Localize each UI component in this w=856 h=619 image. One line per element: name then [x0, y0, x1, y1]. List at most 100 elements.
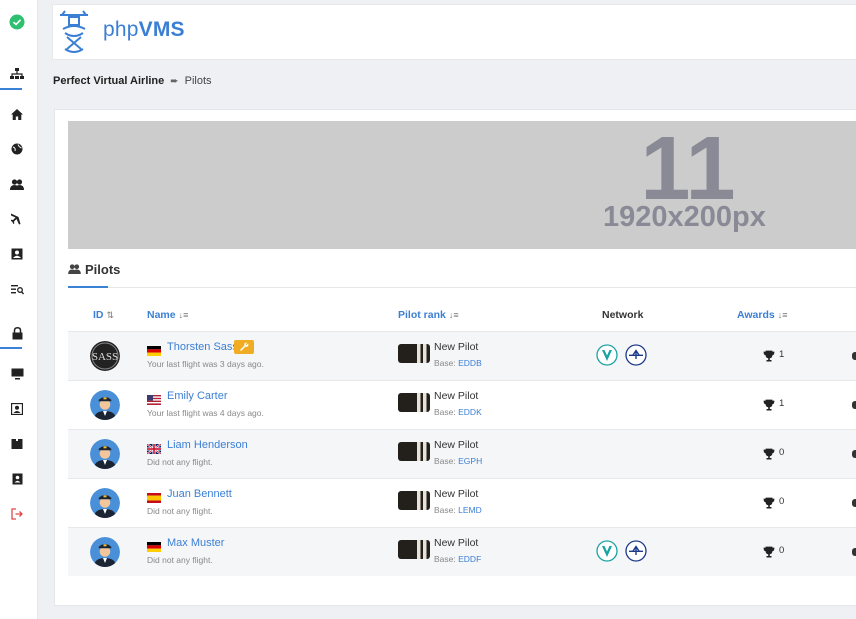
avatar[interactable]: [90, 439, 120, 469]
column-header-id[interactable]: ID ⇅: [93, 309, 114, 321]
trophy-icon: [763, 398, 775, 411]
vatsim-network-icon[interactable]: [625, 540, 647, 562]
ivao-network-icon[interactable]: [596, 540, 618, 562]
section-divider: [68, 287, 856, 288]
base-label: Base:: [434, 554, 456, 564]
pilot-name-link[interactable]: Liam Henderson: [167, 439, 248, 451]
base-label: Base:: [434, 505, 456, 515]
rank-name: New Pilot: [434, 341, 479, 353]
pilot-name-link[interactable]: Juan Bennett: [167, 488, 232, 500]
sitemap-icon[interactable]: [9, 66, 25, 82]
users-icon[interactable]: [9, 176, 25, 192]
base-info: Base: LEMD: [434, 505, 482, 515]
last-flight-text: Did not any flight.: [147, 457, 213, 467]
rank-name: New Pilot: [434, 488, 479, 500]
last-flight-text: Did not any flight.: [147, 506, 213, 516]
row-action-edge[interactable]: [852, 352, 856, 360]
plane-icon[interactable]: [9, 211, 25, 227]
base-airport-link[interactable]: EDDK: [458, 407, 482, 417]
base-info: Base: EGPH: [434, 456, 482, 466]
sidebar: [0, 0, 38, 619]
rank-name: New Pilot: [434, 537, 479, 549]
column-header-network: Network: [602, 309, 643, 321]
home-icon[interactable]: [9, 106, 25, 122]
logout-icon[interactable]: [9, 506, 25, 522]
banner-size-text: 1920x200px: [603, 201, 766, 233]
breadcrumb-home-link[interactable]: Perfect Virtual Airline: [53, 75, 164, 87]
pilot-name-link[interactable]: Thorsten Sass: [167, 341, 238, 353]
column-header-pilot-rank[interactable]: Pilot rank ↓≡: [398, 309, 459, 321]
column-header-awards[interactable]: Awards ↓≡: [737, 309, 788, 321]
pilot-name-link[interactable]: Emily Carter: [167, 390, 228, 402]
staff-wrench-badge-icon: [234, 340, 254, 354]
base-airport-link[interactable]: EDDF: [458, 554, 481, 564]
brand-name[interactable]: phpVMS: [103, 18, 185, 42]
phpvms-logo-icon[interactable]: [57, 9, 91, 53]
sort-icon: ↓≡: [178, 310, 189, 320]
table-row: Liam Henderson Did not any flight. New Pil…: [68, 429, 856, 478]
avatar[interactable]: [90, 488, 120, 518]
image-icon[interactable]: [9, 246, 25, 262]
section-divider-accent: [68, 286, 108, 288]
contact-card-icon[interactable]: [9, 471, 25, 487]
row-action-edge[interactable]: [852, 450, 856, 458]
profile-icon[interactable]: [9, 401, 25, 417]
flag-de-icon: [147, 539, 161, 552]
rank-name: New Pilot: [434, 390, 479, 402]
base-airport-link[interactable]: LEMD: [458, 505, 482, 515]
base-label: Base:: [434, 456, 456, 466]
sort-both-icon: ⇅: [106, 309, 115, 320]
awards-count: 1: [779, 398, 785, 409]
vatsim-network-icon[interactable]: [625, 344, 647, 366]
ivao-network-icon[interactable]: [596, 344, 618, 366]
sort-icon: ↓≡: [777, 310, 788, 320]
table-row: SASS Thorsten Sass Your last flight was 3 …: [68, 331, 856, 380]
flag-gb-icon: [146, 441, 162, 455]
row-action-edge[interactable]: [852, 401, 856, 409]
breadcrumb-current: Pilots: [184, 75, 212, 87]
rank-insignia-icon: [398, 393, 430, 412]
rank-insignia-icon: [398, 442, 430, 461]
base-info: Base: EDDK: [434, 407, 482, 417]
users-icon: [68, 262, 81, 277]
arrow-right-icon: ➨: [170, 75, 179, 87]
check-circle-icon[interactable]: [9, 14, 25, 30]
monitor-icon[interactable]: [9, 366, 25, 382]
globe-icon[interactable]: [9, 141, 25, 157]
rank-name: New Pilot: [434, 439, 479, 451]
base-airport-link[interactable]: EGPH: [458, 456, 482, 466]
brand-name-bold: VMS: [138, 18, 185, 41]
awards-count: 0: [779, 496, 785, 507]
avatar[interactable]: [90, 537, 120, 567]
column-header-rank-label: Pilot rank: [398, 309, 446, 321]
book-icon[interactable]: [9, 436, 25, 452]
trophy-icon: [763, 447, 775, 460]
base-info: Base: EDDF: [434, 554, 481, 564]
awards-count: 0: [779, 447, 785, 458]
table-row: Emily Carter Your last flight was 4 days …: [68, 380, 856, 429]
row-action-edge[interactable]: [852, 548, 856, 556]
table-row: Max Muster Did not any flight. New Pilot Ba…: [68, 527, 856, 576]
last-flight-text: Your last flight was 3 days ago.: [147, 359, 264, 369]
pilot-name-link[interactable]: Max Muster: [167, 537, 224, 549]
row-action-edge[interactable]: [852, 499, 856, 507]
awards-count: 1: [779, 349, 785, 360]
last-flight-text: Your last flight was 4 days ago.: [147, 408, 264, 418]
sidebar-active-indicator: [0, 88, 22, 90]
flag-us-icon: [147, 392, 161, 405]
base-label: Base:: [434, 407, 456, 417]
base-info: Base: EDDB: [434, 358, 482, 368]
awards-count: 0: [779, 545, 785, 556]
column-header-name[interactable]: Name ↓≡: [147, 309, 188, 321]
avatar[interactable]: [90, 390, 120, 420]
last-flight-text: Did not any flight.: [147, 555, 213, 565]
table-row: Juan Bennett Did not any flight. New Pilot…: [68, 478, 856, 527]
base-airport-link[interactable]: EDDB: [458, 358, 482, 368]
lock-icon[interactable]: [9, 325, 25, 341]
sidebar-section-indicator: [0, 347, 22, 349]
section-title-text: Pilots: [85, 262, 121, 277]
avatar[interactable]: SASS: [90, 341, 120, 371]
sort-icon: ↓≡: [448, 310, 459, 320]
column-header-name-label: Name: [147, 309, 176, 321]
list-search-icon[interactable]: [9, 281, 25, 297]
